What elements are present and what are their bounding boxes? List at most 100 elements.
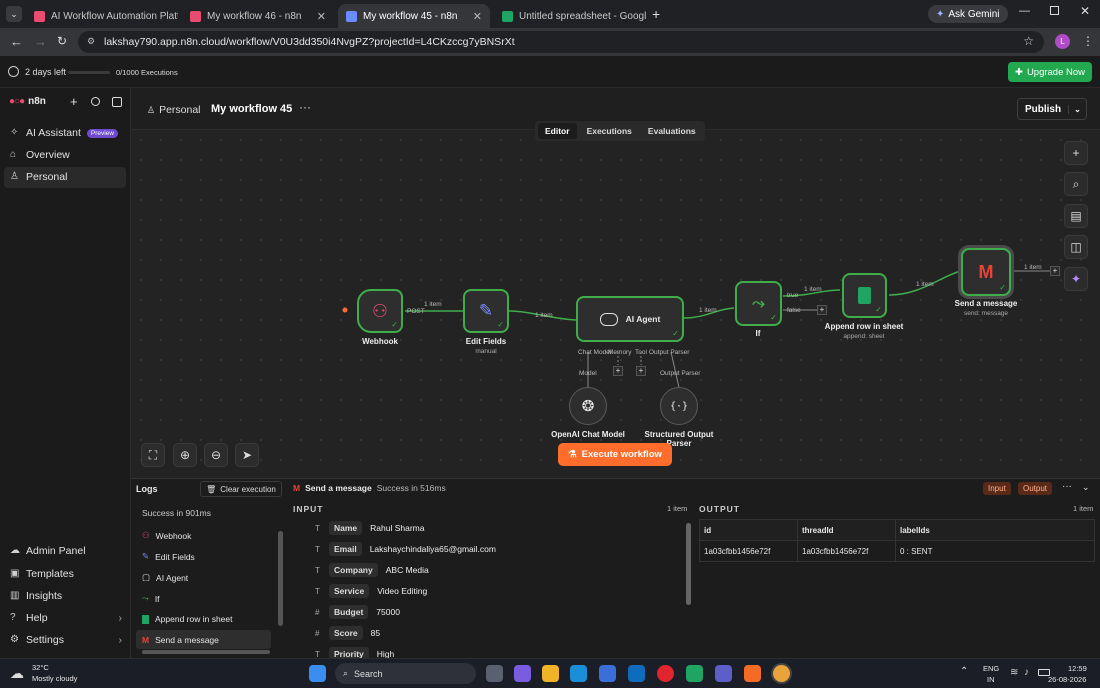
sticky-note-button[interactable]: ▤ bbox=[1064, 204, 1088, 228]
log-item-ai-agent[interactable]: ▢ AI Agent bbox=[142, 572, 188, 583]
n8n-logo[interactable]: ●○● n8n bbox=[9, 96, 46, 107]
close-tab-icon[interactable]: ✕ bbox=[317, 10, 326, 23]
logs-list-scrollbar[interactable] bbox=[278, 531, 283, 626]
browser-tab-active[interactable]: My workflow 45 - n8n ✕ bbox=[338, 4, 490, 28]
input-toggle-button[interactable]: Input bbox=[983, 482, 1011, 495]
collapse-panel-icon[interactable]: ⌄ bbox=[1082, 482, 1090, 493]
volume-icon[interactable]: ♪ bbox=[1024, 667, 1029, 678]
browser-tab[interactable]: My workflow 46 - n8n ✕ bbox=[182, 4, 334, 28]
add-tool-button[interactable]: + bbox=[636, 366, 646, 376]
maximize-button[interactable] bbox=[1050, 6, 1059, 15]
sidebar-item-label: Templates bbox=[26, 568, 74, 580]
log-item-if[interactable]: ⤳ If bbox=[142, 593, 160, 604]
minimize-button[interactable]: — bbox=[1019, 5, 1030, 17]
logs-list-hscrollbar[interactable] bbox=[142, 650, 270, 654]
log-item-send-message[interactable]: M Send a message bbox=[142, 635, 219, 645]
clear-execution-button[interactable]: 🗑 Clear execution bbox=[200, 481, 282, 497]
url-field[interactable]: ⚙ lakshay790.app.n8n.cloud/workflow/V0U3… bbox=[78, 31, 1044, 53]
clock-icon bbox=[8, 66, 19, 77]
chevron-down-icon[interactable]: ⌄ bbox=[1068, 104, 1086, 114]
collapse-sidebar-icon[interactable] bbox=[112, 97, 122, 107]
task-view-icon[interactable] bbox=[486, 665, 503, 682]
upgrade-now-button[interactable]: ✚ Upgrade Now bbox=[1008, 62, 1092, 82]
browser-menu-icon[interactable]: ⋮ bbox=[1082, 34, 1094, 48]
node-ai-agent[interactable]: AI Agent ✓ bbox=[576, 296, 684, 342]
sidebar-item-ai-assistant[interactable]: ✧ AI Assistant Preview bbox=[10, 127, 118, 139]
close-tab-icon[interactable]: ✕ bbox=[473, 10, 482, 23]
sidebar-item-personal[interactable]: ♙ Personal bbox=[10, 171, 67, 183]
teams-icon[interactable] bbox=[715, 665, 732, 682]
region-text[interactable]: IN bbox=[987, 675, 995, 684]
log-item-webhook[interactable]: ⚇ Webhook bbox=[142, 530, 191, 541]
zoom-in-button[interactable]: ⊕ bbox=[173, 443, 197, 467]
toggle-panel-button[interactable]: ◫ bbox=[1064, 235, 1088, 259]
brave-icon[interactable] bbox=[744, 665, 761, 682]
profile-avatar[interactable]: L bbox=[1055, 34, 1070, 49]
search-nodes-button[interactable]: ⌕ bbox=[1064, 172, 1088, 196]
add-memory-button[interactable]: + bbox=[613, 366, 623, 376]
select-mode-button[interactable]: ➤ bbox=[235, 443, 259, 467]
node-send-message[interactable]: M ✓ bbox=[961, 248, 1011, 296]
edge-browser-icon[interactable] bbox=[570, 665, 587, 682]
fit-view-button[interactable]: ⛶ bbox=[141, 443, 165, 467]
close-window-button[interactable]: ✕ bbox=[1080, 4, 1090, 18]
start-icon[interactable] bbox=[309, 665, 326, 682]
gmail-icon: M bbox=[978, 261, 994, 282]
sidebar-item-settings[interactable]: ⚙ Settings › bbox=[10, 634, 122, 646]
input-scrollbar[interactable] bbox=[686, 523, 691, 605]
chrome-icon[interactable] bbox=[773, 665, 790, 682]
sidebar-item-help[interactable]: ? Help › bbox=[10, 612, 122, 624]
add-false-branch-button[interactable]: + bbox=[817, 305, 827, 315]
file-explorer-icon[interactable] bbox=[542, 665, 559, 682]
reload-icon[interactable]: ↻ bbox=[57, 34, 67, 48]
new-tab-button[interactable]: + bbox=[652, 6, 660, 22]
node-append-row[interactable]: ✓ bbox=[842, 273, 887, 318]
more-options-icon[interactable]: ··· bbox=[299, 100, 311, 114]
ai-assistant-button[interactable]: ✦ bbox=[1064, 267, 1088, 291]
ask-gemini-button[interactable]: ✦ Ask Gemini bbox=[928, 5, 1008, 23]
node-edit-fields[interactable]: ✎ ✓ bbox=[463, 289, 509, 333]
store-icon[interactable] bbox=[599, 665, 616, 682]
outlook-icon[interactable] bbox=[628, 665, 645, 682]
tab-search-button[interactable]: ⌄ bbox=[6, 6, 22, 22]
wifi-icon[interactable]: ≋ bbox=[1010, 667, 1018, 678]
sidebar-item-templates[interactable]: ▣ Templates bbox=[10, 568, 74, 580]
publish-button[interactable]: Publish ⌄ bbox=[1017, 98, 1087, 120]
opera-icon[interactable] bbox=[657, 665, 674, 682]
type-text-icon: T bbox=[315, 586, 320, 596]
sidebar-item-insights[interactable]: ▥ Insights bbox=[10, 590, 62, 602]
node-if[interactable]: ⤳ ✓ bbox=[735, 281, 782, 326]
log-item-append-row[interactable]: Append row in sheet bbox=[142, 614, 233, 624]
workflow-canvas[interactable]: Editor Executions Evaluations ⚇ ✓ Webhoo… bbox=[131, 121, 1100, 478]
node-webhook[interactable]: ⚇ ✓ bbox=[357, 289, 403, 333]
tray-chevron-icon[interactable]: ⌃ bbox=[960, 666, 968, 677]
node-structured-output-parser[interactable]: {·} bbox=[660, 387, 698, 425]
bookmark-star-icon[interactable]: ☆ bbox=[1023, 34, 1034, 48]
site-info-icon[interactable]: ⚙ bbox=[87, 36, 95, 47]
more-options-icon[interactable]: ··· bbox=[1062, 481, 1072, 492]
workflow-name[interactable]: My workflow 45 bbox=[211, 103, 292, 115]
clock-date[interactable]: 26-08-2026 bbox=[1048, 675, 1086, 684]
copilot-icon[interactable] bbox=[514, 665, 531, 682]
taskbar-search-box[interactable]: ⌕ Search bbox=[335, 663, 476, 684]
sidebar-item-admin-panel[interactable]: ☁ Admin Panel bbox=[10, 545, 86, 557]
execute-workflow-button[interactable]: ⚗ Execute workflow bbox=[558, 443, 672, 466]
clock-time[interactable]: 12:59 bbox=[1068, 664, 1087, 673]
browser-tab[interactable]: Untitled spreadsheet - Google ✕ bbox=[494, 4, 646, 28]
google-sheets-icon bbox=[858, 287, 871, 304]
breadcrumb[interactable]: ♙ Personal bbox=[147, 104, 201, 116]
lang-text[interactable]: ENG bbox=[983, 664, 999, 673]
output-toggle-button[interactable]: Output bbox=[1018, 482, 1053, 495]
sheets-app-icon[interactable] bbox=[686, 665, 703, 682]
forward-icon[interactable]: → bbox=[34, 34, 47, 49]
add-next-node-button[interactable]: + bbox=[1050, 266, 1060, 276]
browser-tab[interactable]: AI Workflow Automation Platfo ✕ bbox=[26, 4, 178, 28]
node-openai-chat-model[interactable]: ❂ bbox=[569, 387, 607, 425]
sidebar-item-overview[interactable]: ⌂ Overview bbox=[10, 149, 70, 161]
log-item-edit-fields[interactable]: ✎ Edit Fields bbox=[142, 551, 195, 562]
back-icon[interactable]: ← bbox=[10, 34, 23, 49]
search-icon[interactable] bbox=[91, 97, 100, 106]
add-icon[interactable]: + bbox=[70, 94, 78, 109]
add-node-button[interactable]: + bbox=[1064, 141, 1088, 165]
zoom-out-button[interactable]: ⊖ bbox=[204, 443, 228, 467]
